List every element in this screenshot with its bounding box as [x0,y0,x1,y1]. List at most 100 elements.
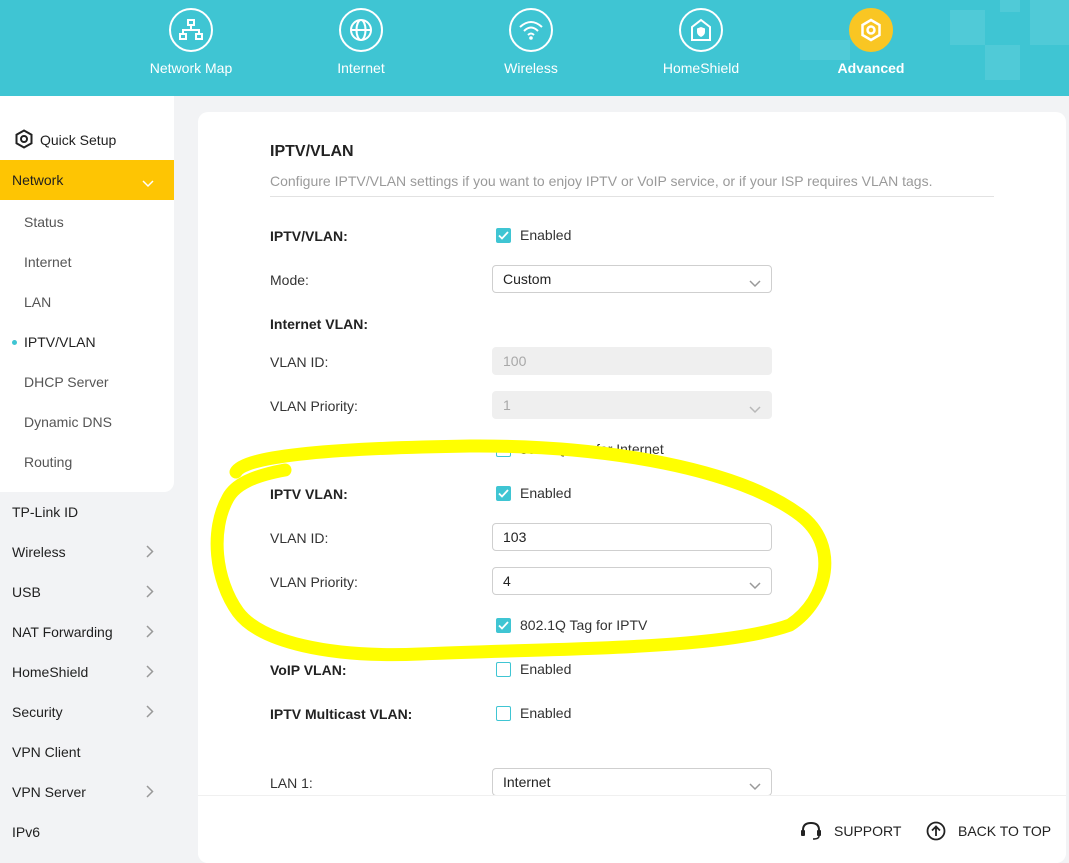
sidebar-item-label: HomeShield [12,664,89,680]
decorative-pattern [1030,0,1069,45]
page-title: IPTV/VLAN [270,143,354,160]
sidebar-item-quick-setup[interactable]: Quick Setup [0,120,174,160]
sidebar-item-vpn-server[interactable]: VPN Server [0,772,174,812]
sidebar-item-nat-forwarding[interactable]: NAT Forwarding [0,612,174,652]
iptv-802-1q-tag-checkbox[interactable]: 802.1Q Tag for IPTV [496,617,647,633]
iptv-vlan-id-value: 103 [503,529,527,545]
sidebar-subitem-dynamic-dns[interactable]: Dynamic DNS [0,402,174,442]
sidebar-subitem-lan[interactable]: LAN [0,282,174,322]
sidebar-item-usb[interactable]: USB [0,572,174,612]
sidebar-item-label: Wireless [12,544,66,560]
wifi-icon [509,8,553,52]
lan1-label: LAN 1: [270,775,313,791]
nav-homeshield[interactable]: HomeShield [631,8,771,76]
sidebar-subitem-label: LAN [24,294,52,310]
iptv-vlan-enabled-checkbox[interactable]: Enabled [496,227,571,243]
sidebar-item-label: Security [12,704,63,720]
checkbox-checked-icon [496,617,511,633]
network-map-icon [169,8,213,52]
support-label: SUPPORT [834,823,902,839]
top-navigation: Network Map Internet Wireless HomeShield… [0,0,1069,96]
sidebar-subitem-internet[interactable]: Internet [0,242,174,282]
divider [270,196,994,197]
sidebar-item-label: VPN Server [12,784,86,800]
chevron-right-icon [146,665,154,681]
globe-icon [339,8,383,52]
sidebar-item-security[interactable]: Security [0,692,174,732]
sidebar-subitem-label: Routing [24,454,73,470]
chevron-down-icon [749,778,761,794]
mode-select[interactable]: Custom [492,265,772,293]
sidebar-subitem-status[interactable]: Status [0,202,174,242]
lan1-select[interactable]: Internet [492,768,772,796]
sidebar-item-label: TP-Link ID [12,504,79,520]
iptv-vlan-priority-label: VLAN Priority: [270,574,358,590]
checkbox-label: Enabled [520,485,572,501]
checkbox-checked-icon [496,227,511,243]
sidebar-item-ipv6[interactable]: IPv6 [0,812,174,852]
internet-vlan-id-input[interactable]: 100 [492,347,772,375]
support-button[interactable]: SUPPORT [800,821,901,841]
mode-label: Mode: [270,272,309,288]
back-to-top-button[interactable]: BACK TO TOP [926,821,1051,841]
sidebar-subitem-label: Internet [24,254,72,270]
iptv-vlan-panel: IPTV/VLAN Configure IPTV/VLAN settings i… [198,112,1066,863]
voip-vlan-label: VoIP VLAN: [270,662,347,678]
checkbox-label: 802.1Q Tag for Internet [520,441,664,457]
sidebar-subitem-routing[interactable]: Routing [0,442,174,482]
sidebar-subitem-dhcp-server[interactable]: DHCP Server [0,362,174,402]
chevron-right-icon [146,625,154,641]
nav-wireless[interactable]: Wireless [461,8,601,76]
checkbox-unchecked-icon [496,441,511,457]
sidebar-item-label: VPN Client [12,744,81,760]
nav-label: Wireless [504,60,558,76]
iptv-vlan-label: IPTV/VLAN: [270,228,348,244]
iptv-vlan-id-input[interactable]: 103 [492,523,772,551]
chevron-right-icon [146,545,154,561]
chevron-right-icon [146,705,154,721]
chevron-down-icon [749,401,761,417]
iptv-vlan-heading: IPTV VLAN: [270,486,348,502]
sidebar-item-label: IPv6 [12,824,41,840]
headset-icon [801,821,821,840]
iptv-vlan-section-enabled-checkbox[interactable]: Enabled [496,485,571,501]
nav-network-map[interactable]: Network Map [121,8,261,76]
nav-label: Advanced [837,60,905,76]
sidebar-subitem-label: Dynamic DNS [24,414,112,430]
sidebar-item-homeshield[interactable]: HomeShield [0,652,174,692]
gear-icon [849,8,893,52]
checkbox-unchecked-icon [496,661,511,677]
lan1-value: Internet [503,774,551,790]
back-to-top-label: BACK TO TOP [958,823,1052,839]
decorative-pattern [950,10,985,45]
voip-vlan-enabled-checkbox[interactable]: Enabled [496,661,571,677]
sidebar-item-wireless[interactable]: Wireless [0,532,174,572]
chevron-down-icon [749,577,761,593]
chevron-right-icon [146,585,154,601]
iptv-multicast-enabled-checkbox[interactable]: Enabled [496,705,571,721]
mode-value: Custom [503,271,552,287]
sidebar-item-network[interactable]: Network [0,160,174,200]
active-indicator-dot [12,340,17,345]
chevron-down-icon [749,275,761,291]
internet-vlan-priority-value: 1 [503,397,511,413]
checkbox-label: Enabled [520,661,572,677]
nav-label: Network Map [149,60,233,76]
decorative-pattern [985,45,1020,80]
internet-vlan-priority-label: VLAN Priority: [270,398,358,414]
internet-vlan-id-value: 100 [503,353,527,369]
nav-internet[interactable]: Internet [291,8,431,76]
home-shield-icon [679,8,723,52]
arrow-up-circle-icon [926,821,946,841]
iptv-multicast-vlan-label: IPTV Multicast VLAN: [270,706,413,722]
page-description: Configure IPTV/VLAN settings if you want… [270,173,933,189]
nav-advanced[interactable]: Advanced [801,8,941,76]
sidebar-subitem-iptv-vlan[interactable]: IPTV/VLAN [0,322,174,362]
sidebar-item-vpn-client[interactable]: VPN Client [0,732,174,772]
sidebar-item-tp-link-id[interactable]: TP-Link ID [0,492,174,532]
internet-vlan-priority-select[interactable]: 1 [492,391,772,419]
internet-802-1q-tag-checkbox[interactable]: 802.1Q Tag for Internet [496,441,664,457]
internet-vlan-heading: Internet VLAN: [270,316,368,332]
iptv-vlan-priority-select[interactable]: 4 [492,567,772,595]
sidebar-item-label: Quick Setup [40,132,117,148]
